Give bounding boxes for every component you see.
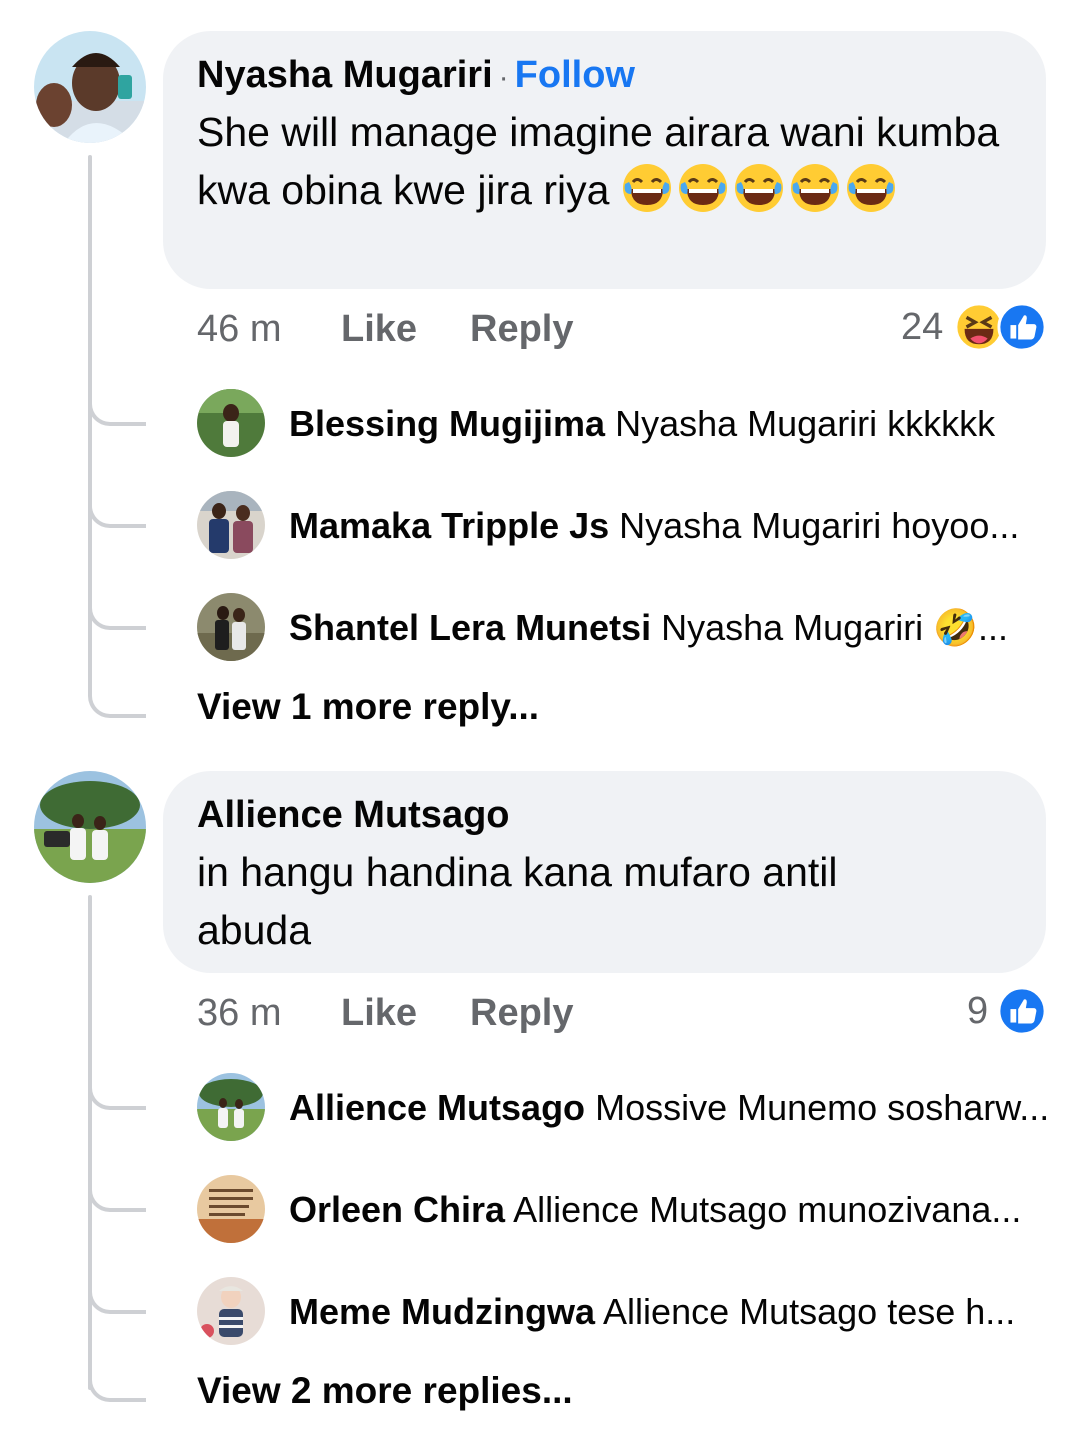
reply-item[interactable]: Meme Mudzingwa Allience Mutsago tese h..… [289,1290,1049,1334]
reply-author[interactable]: Allience Mutsago [289,1087,585,1128]
reply-text: Allience Mutsago tese h... [603,1291,1016,1332]
reaction-count[interactable]: 24 [901,306,943,349]
joy-emoji-icon [677,162,729,214]
avatar-photo [197,389,265,457]
reply-connector [88,604,146,630]
avatar-photo [197,1073,265,1141]
reply-text: Nyasha Mugariri 🤣... [661,607,1009,648]
like-thumb-icon[interactable] [997,302,1047,352]
view-more-replies-link[interactable]: View 2 more replies... [197,1370,573,1412]
reply-author[interactable]: Orleen Chira [289,1189,505,1230]
avatar-photo [34,31,146,143]
reply-text: Nyasha Mugariri hoyoo... [619,505,1020,546]
reply-author[interactable]: Meme Mudzingwa [289,1291,595,1332]
reply-connector [88,1084,146,1110]
reply-author[interactable]: Blessing Mugijima [289,403,605,444]
reply-author[interactable]: Mamaka Tripple Js [289,505,609,546]
view-more-replies-link[interactable]: View 1 more reply... [197,686,539,728]
joy-emoji-icon [789,162,841,214]
avatar-photo [197,491,265,559]
reply-text: Nyasha Mugariri kkkkkk [615,403,996,444]
reply-item[interactable]: Allience Mutsago Mossive Munemo sosharw.… [289,1086,1049,1130]
reply-item[interactable]: Orleen Chira Allience Mutsago munozivana… [289,1188,1049,1232]
reply-connector [88,692,146,718]
reply-connector [88,1288,146,1314]
separator-dot: · [498,61,509,94]
reply-text: Mossive Munemo sosharw... [595,1087,1049,1128]
comment-1: Nyasha Mugariri · Follow She will manage i… [0,0,1080,740]
comment-author[interactable]: Nyasha Mugariri [197,54,493,96]
thread-line [88,895,92,1390]
comment-author[interactable]: Allience Mutsago [197,794,510,836]
comment-bubble[interactable]: Nyasha Mugariri · Follow She will manage i… [163,31,1046,289]
reply-connector [88,1376,146,1402]
avatar[interactable] [197,389,265,457]
reply-text: Allience Mutsago munozivana... [513,1189,1022,1230]
joy-emoji-icon [733,162,785,214]
reply-connector [88,400,146,426]
timestamp[interactable]: 46 m [197,308,281,351]
joy-emoji-icon [845,162,897,214]
reaction-count[interactable]: 9 [967,990,988,1033]
avatar-photo [197,1277,265,1345]
reply-item[interactable]: Blessing Mugijima Nyasha Mugariri kkkkkk [289,402,1049,446]
like-button[interactable]: Like [341,992,417,1035]
like-button[interactable]: Like [341,308,417,351]
avatar[interactable] [197,1175,265,1243]
avatar-photo [197,593,265,661]
comment-2: Allience Mutsago in hangu handina kana m… [0,740,1080,1436]
avatar[interactable] [197,491,265,559]
avatar[interactable] [197,593,265,661]
reply-item[interactable]: Shantel Lera Munetsi Nyasha Mugariri 🤣..… [289,606,1049,650]
like-thumb-icon[interactable] [997,986,1047,1036]
reply-author[interactable]: Shantel Lera Munetsi [289,607,651,648]
avatar-photo [197,1175,265,1243]
reply-item[interactable]: Mamaka Tripple Js Nyasha Mugariri hoyoo.… [289,504,1049,548]
avatar[interactable] [197,1073,265,1141]
reply-connector [88,502,146,528]
reply-button[interactable]: Reply [470,308,573,351]
avatar-photo [34,771,146,883]
avatar[interactable] [34,31,146,143]
follow-button[interactable]: Follow [515,54,635,96]
avatar[interactable] [34,771,146,883]
timestamp[interactable]: 36 m [197,992,281,1035]
reply-button[interactable]: Reply [470,992,573,1035]
joy-emoji-icon [621,162,673,214]
comment-bubble[interactable]: Allience Mutsago in hangu handina kana m… [163,771,1046,973]
comment-text: in hangu handina kana mufaro antil abuda [197,849,838,953]
reply-connector [88,1186,146,1212]
comment-text: She will manage imagine airara wani kumb… [197,103,1012,219]
avatar[interactable] [197,1277,265,1345]
